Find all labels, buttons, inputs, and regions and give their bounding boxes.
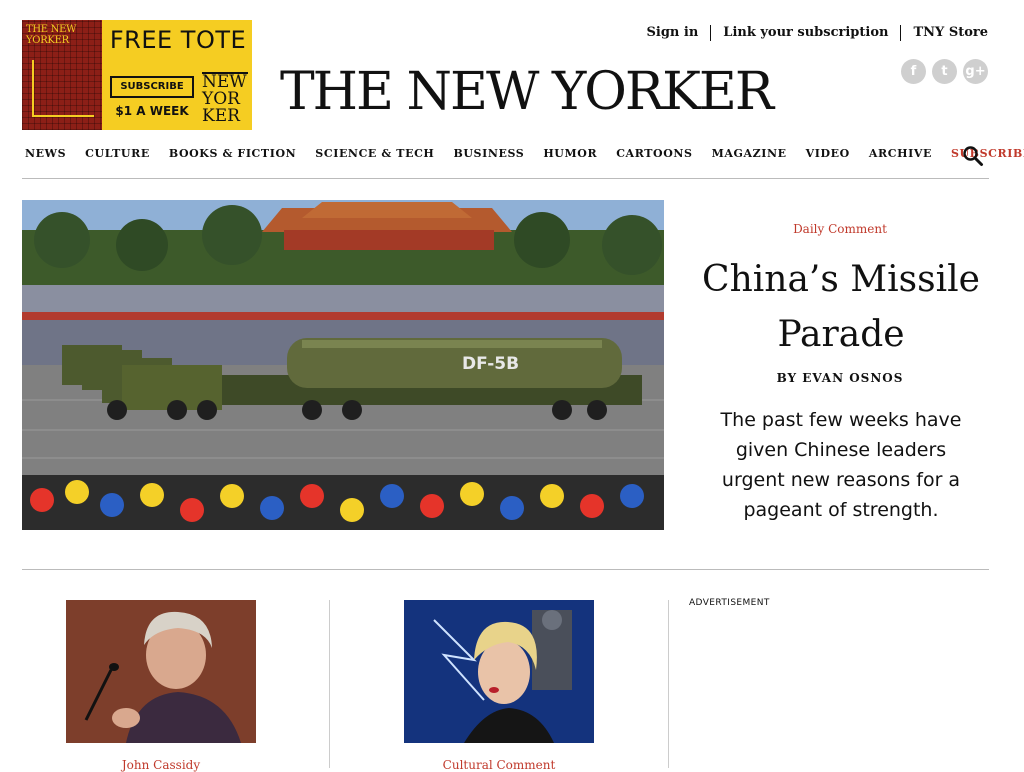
account-links: Sign in Link your subscription TNY Store (647, 25, 988, 41)
hero-dek: The past few weeks have given Chinese le… (720, 409, 962, 521)
ad-headline: FREE TOTE (109, 26, 247, 54)
tote-bag-image: NEW YOR KER (202, 72, 248, 130)
tote-text-line: KER (202, 106, 240, 126)
missile-label: DF-5B (462, 354, 519, 374)
hero-section-kicker[interactable]: Daily Comment (720, 222, 960, 236)
nav-culture[interactable]: CULTURE (85, 147, 150, 160)
column-divider (668, 600, 669, 768)
subscription-ad-banner[interactable]: THE NEW YORKER FREE TOTE SUBSCRIBE $1 A … (22, 20, 252, 130)
section-divider (22, 569, 989, 570)
facebook-icon[interactable]: f (901, 59, 926, 84)
story-card[interactable]: Cultural Comment (404, 600, 594, 772)
nav-cartoons[interactable]: CARTOONS (616, 147, 692, 160)
ad-price: $1 A WEEK (115, 104, 189, 118)
search-icon[interactable] (962, 145, 984, 167)
nav-archive[interactable]: ARCHIVE (869, 147, 932, 160)
nav-books-fiction[interactable]: BOOKS & FICTION (169, 147, 296, 160)
ad-subscribe-button[interactable]: SUBSCRIBE (110, 76, 194, 98)
twitter-icon[interactable]: t (932, 59, 957, 84)
magazine-cover-image: THE NEW YORKER (22, 20, 102, 130)
nav-news[interactable]: NEWS (25, 147, 66, 160)
nav-humor[interactable]: HUMOR (543, 147, 597, 160)
main-navigation: NEWS CULTURE BOOKS & FICTION SCIENCE & T… (25, 147, 1024, 160)
story-image[interactable] (404, 600, 594, 743)
hero-headline[interactable]: China’s Missile Parade (692, 252, 990, 362)
nav-science-tech[interactable]: SCIENCE & TECH (315, 147, 434, 160)
nav-video[interactable]: VIDEO (806, 147, 850, 160)
tny-store-link[interactable]: TNY Store (900, 25, 988, 41)
sign-in-link[interactable]: Sign in (647, 25, 711, 41)
social-links: f t g+ (901, 59, 988, 84)
advertisement-label: ADVERTISEMENT (689, 598, 770, 608)
story-kicker[interactable]: John Cassidy (66, 758, 256, 772)
story-image[interactable] (66, 600, 256, 743)
story-kicker[interactable]: Cultural Comment (404, 758, 594, 772)
google-plus-icon[interactable]: g+ (963, 59, 988, 84)
story-card[interactable]: John Cassidy (66, 600, 256, 772)
nav-magazine[interactable]: MAGAZINE (712, 147, 787, 160)
hero-image[interactable]: DF-5B (22, 200, 664, 530)
header-divider (22, 178, 989, 179)
link-subscription-link[interactable]: Link your subscription (710, 25, 900, 41)
cover-illustration (32, 60, 94, 117)
ad-cover-title: THE NEW YORKER (26, 24, 77, 46)
nav-business[interactable]: BUSINESS (453, 147, 524, 160)
hero-byline[interactable]: BY EVAN OSNOS (720, 371, 960, 385)
site-logo[interactable]: THE NEW YORKER (280, 62, 774, 122)
column-divider (329, 600, 330, 768)
